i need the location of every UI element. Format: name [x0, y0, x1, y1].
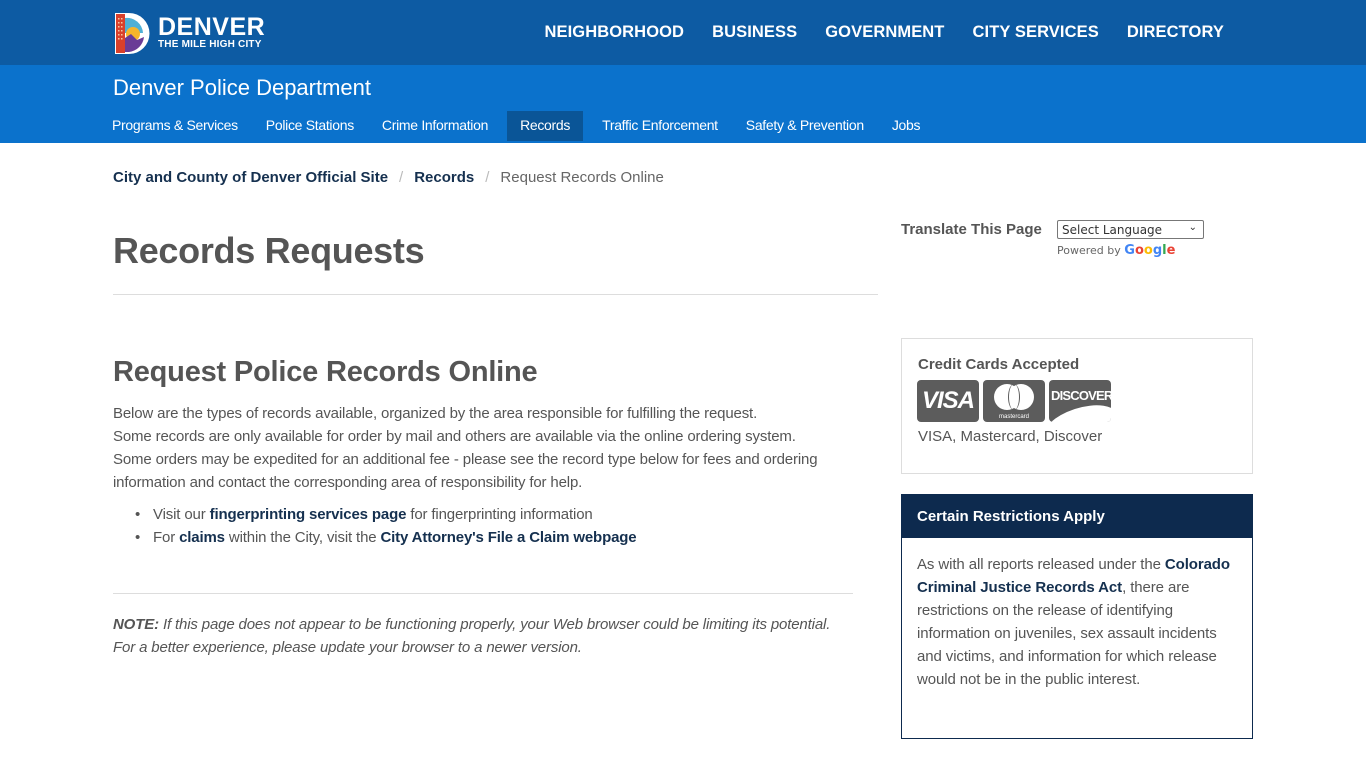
google-letter: o [1143, 243, 1153, 258]
list-text: Visit our [153, 506, 210, 523]
nav-neighborhood[interactable]: NEIGHBORHOOD [544, 23, 684, 42]
intro-line: Some records are only available for orde… [113, 428, 796, 445]
powered-by-text: Powered by [1057, 244, 1121, 257]
subnav-records[interactable]: Records [507, 111, 584, 141]
google-letter: g [1152, 243, 1163, 258]
nav-government[interactable]: GOVERNMENT [825, 23, 944, 42]
list-text: for fingerprinting information [406, 506, 593, 523]
nav-city-services[interactable]: CITY SERVICES [973, 23, 1099, 42]
logo-text: DENVER THE MILE HIGH CITY [158, 15, 265, 51]
breadcrumb-separator: / [485, 169, 490, 186]
credit-card-icons: VISA mastercard DISCOVER [917, 380, 1115, 422]
subnav-police-stations[interactable]: Police Stations [257, 111, 363, 141]
restrictions-body: As with all reports released under the C… [902, 538, 1252, 691]
google-logo-icon[interactable]: Google [1124, 243, 1175, 258]
note-text: If this page does not appear to be funct… [113, 616, 831, 656]
breadcrumb: City and County of Denver Official Site … [113, 169, 664, 186]
credit-cards-text: VISA, Mastercard, Discover [918, 428, 1103, 445]
restrictions-title: Certain Restrictions Apply [902, 495, 1252, 538]
mastercard-icon: mastercard [983, 380, 1045, 422]
file-a-claim-link[interactable]: City Attorney's File a Claim webpage [380, 529, 636, 546]
claims-link[interactable]: claims [179, 529, 225, 546]
subnav-programs-services[interactable]: Programs & Services [103, 111, 247, 141]
list-item: Visit our fingerprinting services page f… [135, 503, 636, 526]
restrictions-text: As with all reports released under the [917, 556, 1165, 573]
breadcrumb-separator: / [399, 169, 404, 186]
page-title: Records Requests [113, 230, 425, 271]
divider [113, 294, 878, 295]
google-letter: o [1134, 243, 1144, 258]
google-letter: e [1166, 243, 1176, 258]
department-title[interactable]: Denver Police Department [113, 75, 371, 101]
google-letter: G [1124, 243, 1135, 258]
discover-label: DISCOVER [1051, 388, 1111, 403]
main-nav: NEIGHBORHOOD BUSINESS GOVERNMENT CITY SE… [516, 0, 1224, 65]
breadcrumb-home[interactable]: City and County of Denver Official Site [113, 169, 388, 186]
mastercard-label: mastercard [998, 414, 1029, 420]
language-select-value: Select Language [1062, 222, 1163, 237]
subnav-safety-prevention[interactable]: Safety & Prevention [737, 111, 873, 141]
intro-line: Below are the types of records available… [113, 405, 758, 422]
subnav-traffic-enforcement[interactable]: Traffic Enforcement [593, 111, 727, 141]
list-item: For claims within the City, visit the Ci… [135, 526, 637, 549]
logo-tagline: THE MILE HIGH CITY [158, 39, 262, 50]
powered-by-google: Powered by Google [1057, 243, 1175, 258]
subnav-jobs[interactable]: Jobs [883, 111, 929, 141]
intro-line: Some orders may be expedited for an addi… [113, 451, 818, 491]
visa-icon: VISA [917, 380, 979, 422]
denver-logo-link[interactable]: DENVER THE MILE HIGH CITY [113, 11, 273, 55]
list-text: within the City, visit the [224, 529, 381, 546]
section-title: Request Police Records Online [113, 356, 538, 388]
credit-cards-title: Credit Cards Accepted [918, 356, 1080, 373]
logo-title: DENVER [158, 13, 266, 41]
chevron-down-icon: ⌄ [1188, 222, 1197, 233]
fingerprinting-services-link[interactable]: fingerprinting services page [210, 506, 407, 523]
breadcrumb-current: Request Records Online [500, 169, 664, 186]
visa-label: VISA [921, 387, 975, 414]
breadcrumb-records[interactable]: Records [414, 169, 474, 186]
nav-directory[interactable]: DIRECTORY [1127, 23, 1224, 42]
discover-icon: DISCOVER [1049, 380, 1111, 422]
list-text: For [153, 529, 180, 546]
subnav-crime-information[interactable]: Crime Information [373, 111, 497, 141]
language-select[interactable]: Select Language ⌄ [1057, 220, 1204, 239]
denver-logo-icon [115, 12, 150, 54]
translate-label: Translate This Page [901, 221, 1042, 238]
department-subnav: Programs & Services Police Stations Crim… [103, 111, 939, 141]
divider [113, 593, 853, 594]
nav-business[interactable]: BUSINESS [712, 23, 797, 42]
browser-note: NOTE: If this page does not appear to be… [113, 613, 853, 659]
department-header: Denver Police Department Programs & Serv… [0, 65, 1366, 143]
restrictions-box: Certain Restrictions Apply As with all r… [901, 494, 1253, 739]
note-label: NOTE: [113, 616, 159, 633]
intro-paragraph: Below are the types of records available… [113, 402, 863, 494]
top-header: DENVER THE MILE HIGH CITY NEIGHBORHOOD B… [0, 0, 1366, 65]
resource-list: Visit our fingerprinting services page f… [135, 503, 637, 549]
credit-cards-box: Credit Cards Accepted VISA mastercard DI… [901, 338, 1253, 474]
